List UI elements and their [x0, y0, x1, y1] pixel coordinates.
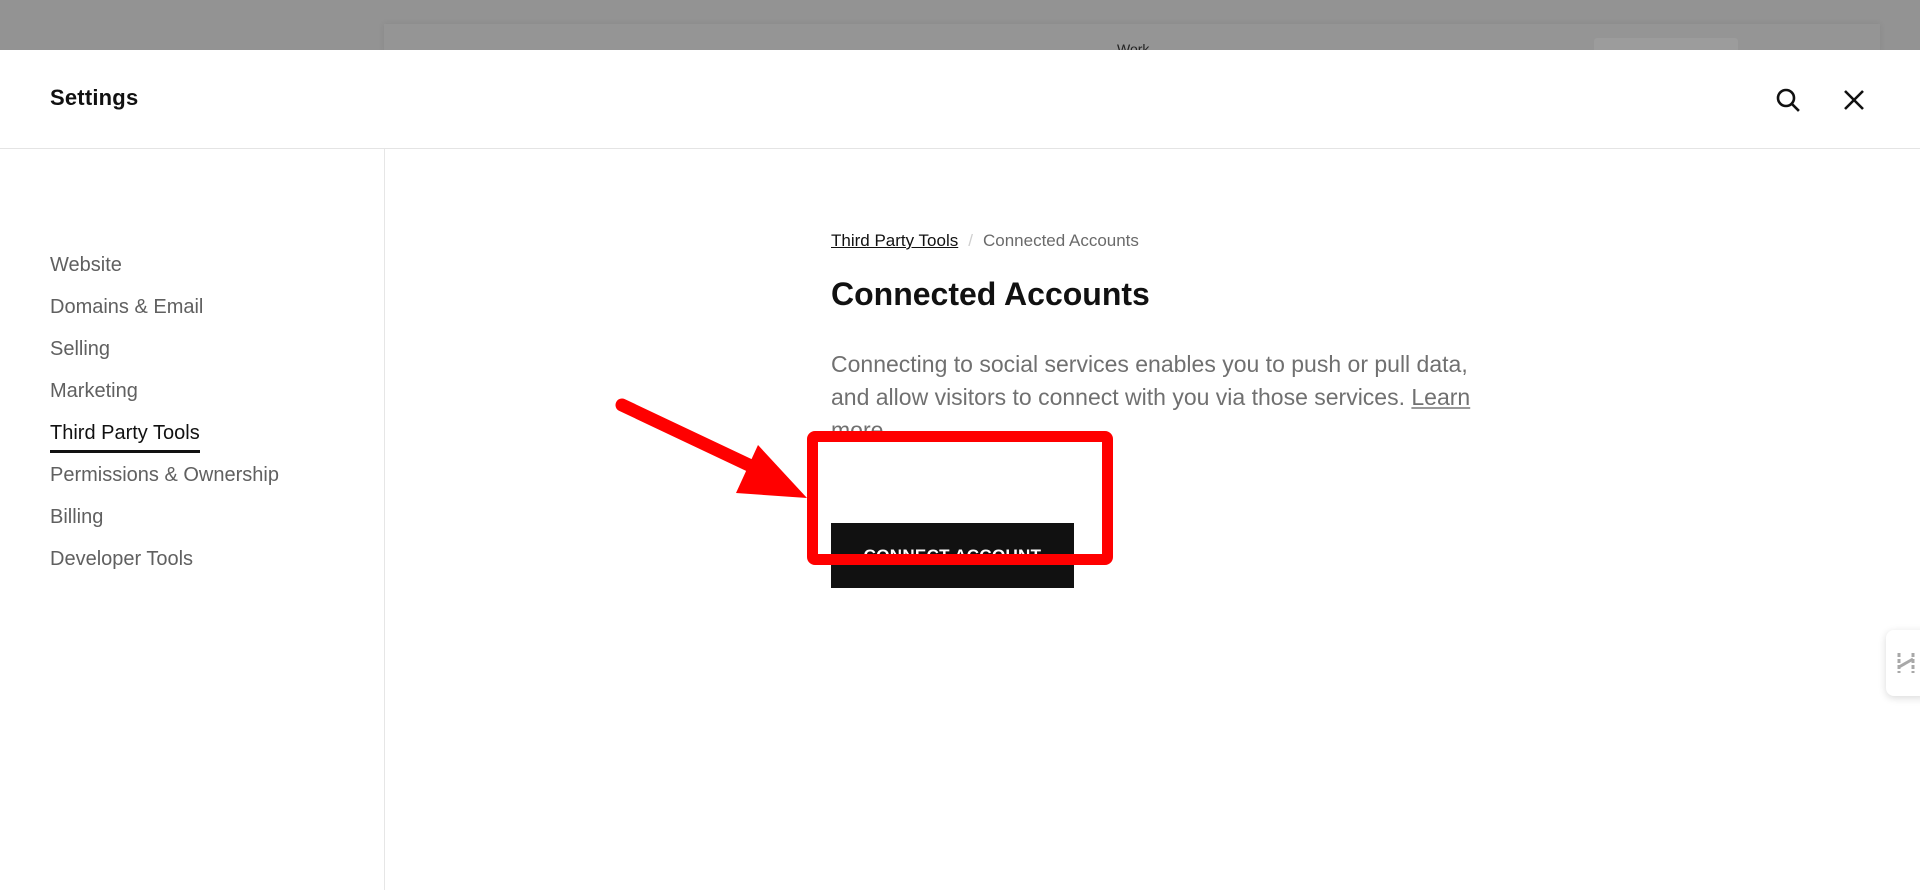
- close-button[interactable]: [1838, 84, 1870, 116]
- breadcrumb-link-third-party-tools[interactable]: Third Party Tools: [831, 231, 958, 250]
- h-logo-icon: [1897, 653, 1915, 673]
- breadcrumb-current: Connected Accounts: [982, 231, 1139, 250]
- page-title: Connected Accounts: [831, 276, 1150, 312]
- sidebar-item-developer-tools[interactable]: Developer Tools: [50, 548, 193, 571]
- search-button[interactable]: [1772, 84, 1804, 116]
- sidebar-item-domains-email[interactable]: Domains & Email: [50, 296, 203, 319]
- connect-account-button[interactable]: CONNECT ACCOUNT: [831, 523, 1074, 588]
- sidebar-item-permissions-ownership[interactable]: Permissions & Ownership: [50, 464, 279, 487]
- settings-header: Settings: [0, 50, 1920, 149]
- settings-panel: Settings Website Domains & Email Selling…: [0, 50, 1920, 890]
- settings-sidebar: Website Domains & Email Selling Marketin…: [0, 149, 385, 890]
- sidebar-item-third-party-tools[interactable]: Third Party Tools: [50, 422, 200, 453]
- background-page-overlay: Work: [0, 0, 1920, 57]
- side-widget-tab[interactable]: [1886, 630, 1920, 696]
- breadcrumb: Third Party Tools / Connected Accounts: [831, 231, 1139, 251]
- sidebar-item-selling[interactable]: Selling: [50, 338, 110, 361]
- breadcrumb-separator: /: [968, 231, 973, 250]
- sidebar-item-website[interactable]: Website: [50, 254, 122, 277]
- sidebar-item-marketing[interactable]: Marketing: [50, 380, 138, 403]
- page-description: Connecting to social services enables yo…: [831, 348, 1491, 447]
- close-icon: [1844, 90, 1864, 110]
- search-icon: [1776, 88, 1800, 112]
- description-text: Connecting to social services enables yo…: [831, 351, 1468, 410]
- page-title-settings: Settings: [50, 85, 139, 110]
- sidebar-item-billing[interactable]: Billing: [50, 506, 103, 529]
